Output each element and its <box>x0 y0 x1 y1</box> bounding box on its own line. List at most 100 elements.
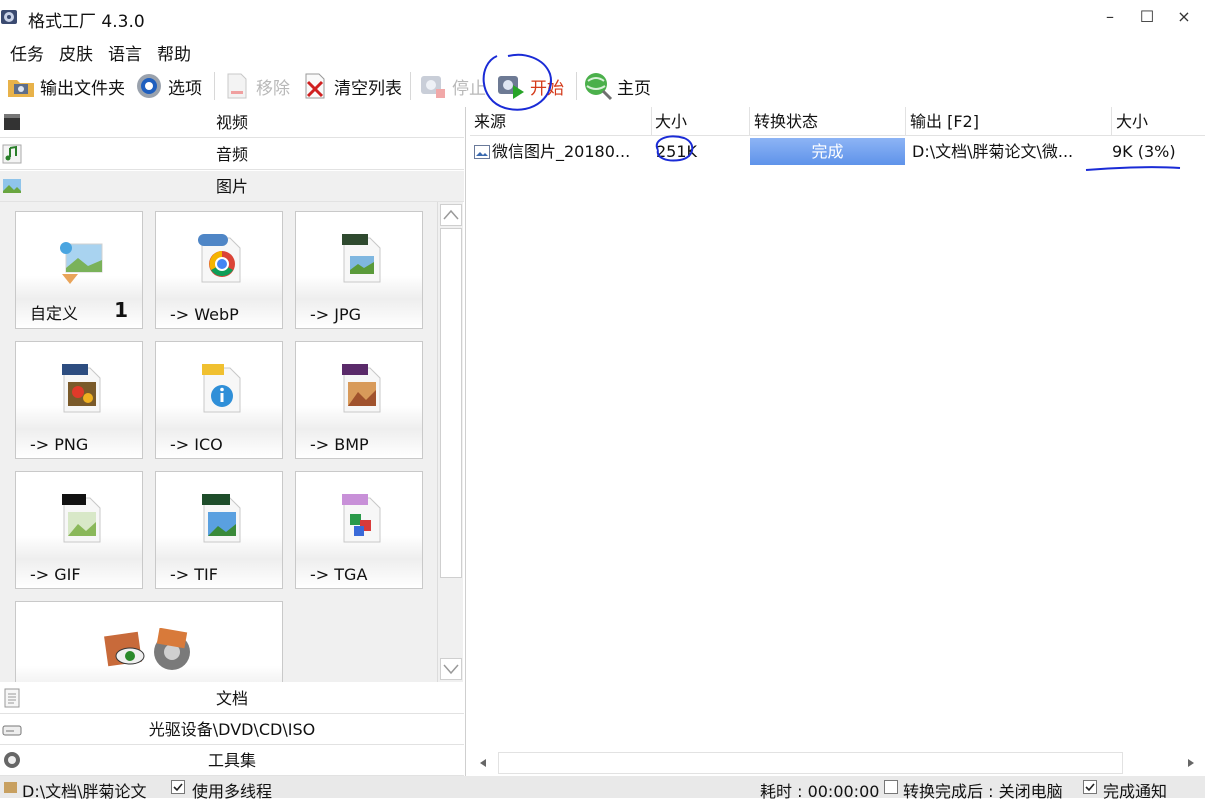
category-dvd-label: 光驱设备\DVD\CD\ISO <box>148 720 316 739</box>
tga-icon <box>342 494 381 543</box>
close-button[interactable]: × <box>1166 4 1202 30</box>
scroll-up-icon[interactable] <box>440 204 462 226</box>
category-tools[interactable]: 工具集 <box>0 745 464 776</box>
stop-button[interactable]: 停止 <box>418 68 486 104</box>
tile-label: 自定义 <box>30 304 79 323</box>
toolbar-divider <box>576 72 577 100</box>
tile-gif[interactable]: -> GIF <box>15 471 143 589</box>
scroll-right-icon[interactable] <box>1186 758 1196 768</box>
stop-label: 停止 <box>452 78 486 99</box>
multithread-checkbox[interactable] <box>171 780 185 794</box>
tile-label: -> BMP <box>310 435 369 454</box>
output-folder-label: 输出文件夹 <box>40 78 125 99</box>
tile-label: -> ICO <box>170 435 223 454</box>
tile-label: -> TGA <box>310 565 368 584</box>
category-audio[interactable]: 音频 <box>0 139 464 170</box>
tile-badge: 1 <box>114 298 128 322</box>
tools-gear-icon <box>4 752 20 768</box>
scroll-thumb[interactable] <box>440 228 462 578</box>
image-format-grid: 自定义 1 -> WebP -> JPG -> PNG -> ICO -> BM… <box>0 202 437 682</box>
tif-icon <box>202 494 241 543</box>
minimize-button[interactable]: – <box>1092 4 1128 30</box>
category-image-label: 图片 <box>215 177 248 196</box>
column-header-output-size[interactable]: 大小 <box>1112 107 1205 136</box>
category-dvd[interactable]: 光驱设备\DVD\CD\ISO <box>0 714 464 745</box>
tile-webp[interactable]: -> WebP <box>155 211 283 329</box>
menu-skin[interactable]: 皮肤 <box>59 40 93 65</box>
tile-jpg[interactable]: -> JPG <box>295 211 423 329</box>
column-header-source[interactable]: 来源 <box>470 107 652 136</box>
column-header-size[interactable]: 大小 <box>651 107 750 136</box>
column-header-output[interactable]: 输出 [F2] <box>906 107 1112 136</box>
tile-label: -> JPG <box>310 305 362 324</box>
category-tools-label: 工具集 <box>207 751 256 770</box>
maximize-button[interactable]: ☐ <box>1129 4 1165 30</box>
tile-png[interactable]: -> PNG <box>15 341 143 459</box>
tile-tif[interactable]: -> TIF <box>155 471 283 589</box>
title-bar: 格式工厂 4.3.0 – ☐ × <box>0 0 1205 36</box>
cell-output: D:\文档\胖菊论文\微... <box>912 142 1074 161</box>
cell-size: 251K <box>656 142 698 161</box>
status-bar: D:\文档\胖菊论文 使用多线程 耗时 : 00:00:00 转换完成后 : 关… <box>0 776 1205 801</box>
menu-help[interactable]: 帮助 <box>157 40 191 65</box>
home-globe-icon <box>585 73 613 101</box>
multithread-label: 使用多线程 <box>192 782 273 801</box>
clear-list-button[interactable]: 清空列表 <box>300 68 402 104</box>
task-list: 来源 大小 转换状态 输出 [F2] 大小 微信图片_20180... 251K… <box>470 107 1205 776</box>
check-icon <box>173 783 183 792</box>
tile-custom[interactable]: 自定义 1 <box>15 211 143 329</box>
menu-bar: 任务 皮肤 语言 帮助 <box>0 36 1205 66</box>
stop-icon <box>421 76 445 98</box>
tile-ico[interactable]: -> ICO <box>155 341 283 459</box>
music-note-icon <box>2 144 22 164</box>
menu-language[interactable]: 语言 <box>108 40 142 65</box>
notify-label: 完成通知 <box>1103 782 1168 801</box>
output-path: D:\文档\胖菊论文 <box>22 782 147 801</box>
folder-icon <box>4 782 17 793</box>
toolbar: 输出文件夹 选项 移除 清空列表 停止 开始 主页 <box>0 66 1205 106</box>
category-video[interactable]: 视频 <box>0 107 464 138</box>
options-gear-icon <box>137 74 161 98</box>
menu-task[interactable]: 任务 <box>10 40 44 65</box>
scroll-left-icon[interactable] <box>478 758 488 768</box>
scroll-down-icon[interactable] <box>440 658 462 680</box>
remove-label: 移除 <box>256 78 290 99</box>
start-button[interactable]: 开始 <box>496 68 564 104</box>
video-clapper-icon <box>4 114 20 130</box>
category-audio-label: 音频 <box>215 145 248 164</box>
document-icon <box>4 688 20 708</box>
ico-icon <box>202 364 241 413</box>
home-button[interactable]: 主页 <box>583 68 651 104</box>
scroll-thumb[interactable] <box>498 752 1123 774</box>
after-done-label: 转换完成后 : 关闭电脑 <box>903 782 1063 801</box>
tile-tga[interactable]: -> TGA <box>295 471 423 589</box>
horizontal-scrollbar[interactable] <box>470 750 1205 776</box>
category-image[interactable]: 图片 <box>0 171 464 202</box>
start-label: 开始 <box>530 78 564 99</box>
column-header-status[interactable]: 转换状态 <box>750 107 906 136</box>
clear-list-icon <box>305 73 325 99</box>
options-button[interactable]: 选项 <box>134 68 202 104</box>
notify-checkbox[interactable] <box>1083 780 1097 794</box>
cell-output-size: 9K (3%) <box>1112 142 1176 161</box>
vertical-scrollbar[interactable] <box>437 202 463 682</box>
tile-image-tools[interactable] <box>15 601 283 682</box>
home-label: 主页 <box>617 78 651 99</box>
format-factory-logo-icon <box>1 10 17 24</box>
after-done-checkbox[interactable] <box>884 780 898 794</box>
png-icon <box>62 364 101 413</box>
clear-list-label: 清空列表 <box>334 78 402 99</box>
window-title: 格式工厂 4.3.0 <box>28 12 145 32</box>
category-document[interactable]: 文档 <box>0 683 464 714</box>
image-tools-icon <box>104 628 190 670</box>
tile-bmp[interactable]: -> BMP <box>295 341 423 459</box>
tile-label: -> TIF <box>170 565 218 584</box>
tile-label: -> WebP <box>170 305 239 324</box>
tile-label: -> GIF <box>30 565 81 584</box>
output-folder-button[interactable]: 输出文件夹 <box>6 68 125 104</box>
jpg-icon <box>342 234 381 283</box>
category-document-label: 文档 <box>215 689 248 708</box>
toolbar-divider <box>410 72 411 100</box>
remove-button[interactable]: 移除 <box>222 68 290 104</box>
custom-image-icon <box>60 242 103 284</box>
